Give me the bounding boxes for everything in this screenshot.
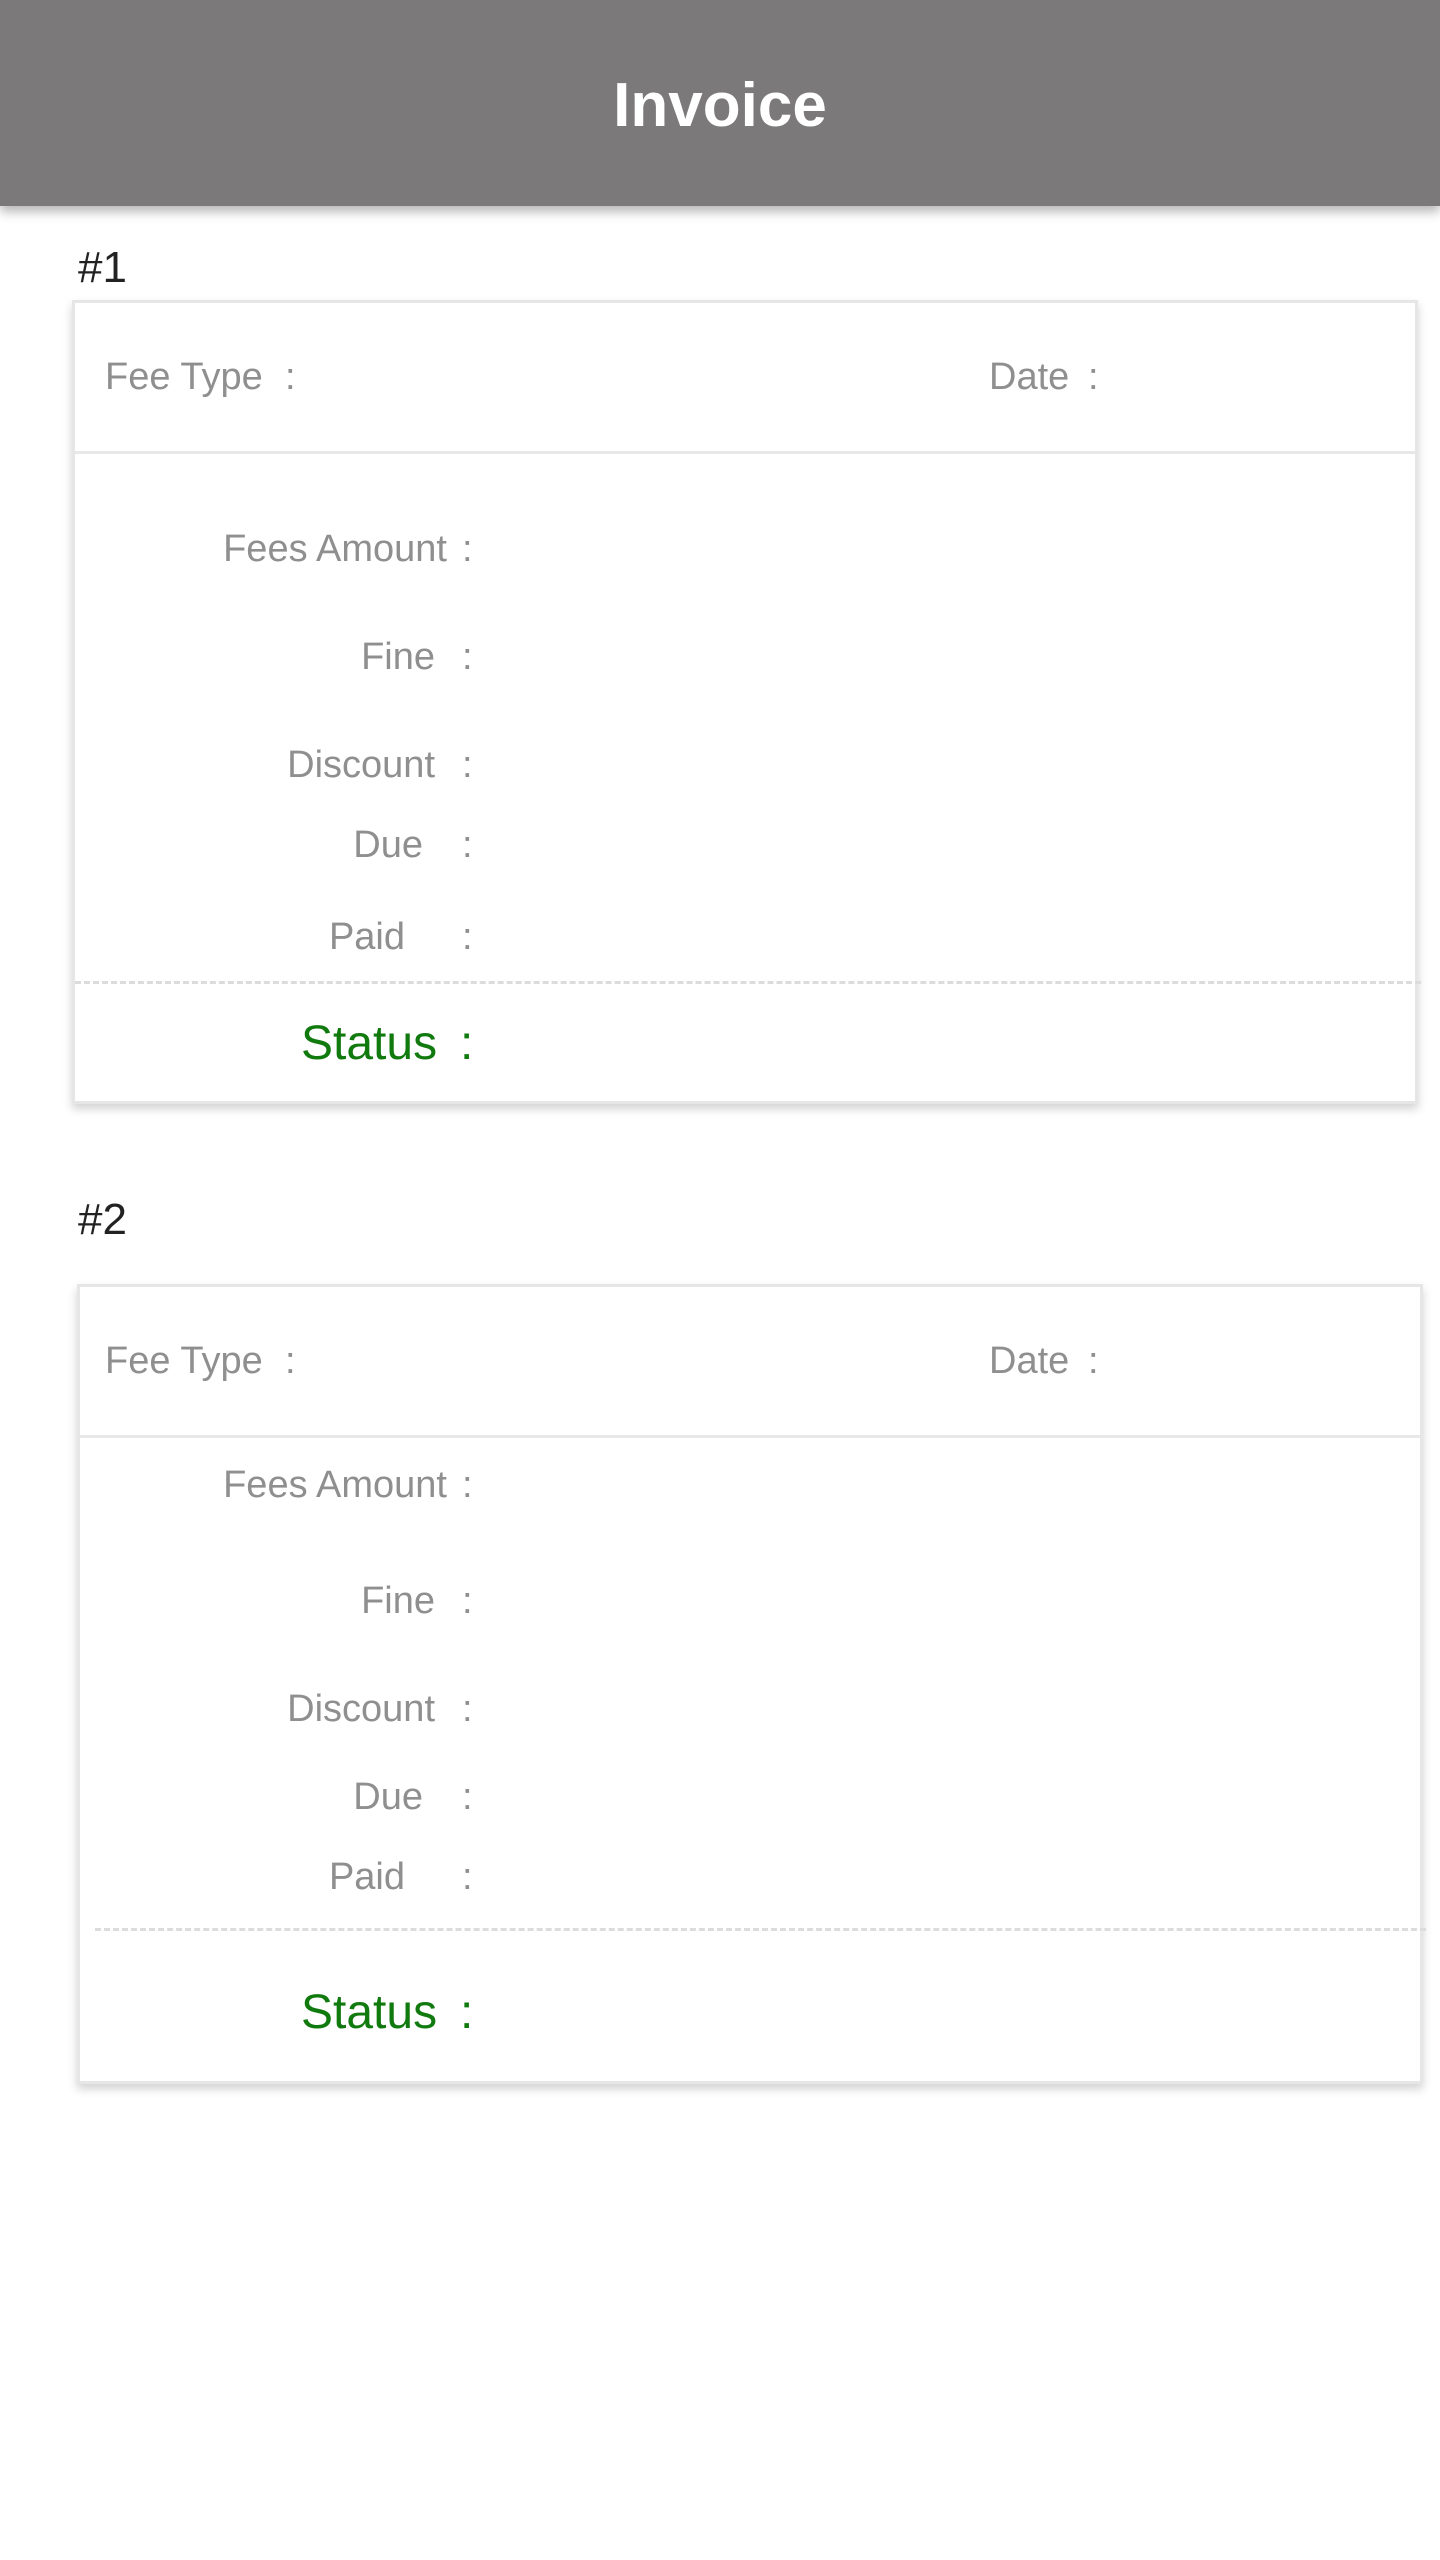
fees-amount-colon: : <box>462 528 473 570</box>
invoice-card-header: Fee Type : Date : <box>80 1287 1420 1438</box>
status-label: Status <box>301 1017 438 1070</box>
discount-label: Discount <box>287 1688 435 1730</box>
divider <box>95 1928 1426 1931</box>
fine-colon: : <box>462 636 473 678</box>
invoice-card[interactable]: Fee Type : Date : Fees Amount : Fine : D… <box>77 1284 1426 2084</box>
due-colon: : <box>462 824 473 866</box>
fine-label: Fine <box>361 636 435 678</box>
fine-label: Fine <box>361 1580 435 1622</box>
due-label: Due <box>353 824 423 866</box>
status-label: Status <box>301 1986 438 2039</box>
invoice-1: #1 Fee Type : Date : Fees Amount : Fine … <box>0 240 1440 1104</box>
paid-colon: : <box>462 1856 473 1898</box>
fee-type-colon: : <box>285 1340 296 1382</box>
invoice-card-header: Fee Type : Date : <box>75 303 1415 454</box>
fee-type-label: Fee Type <box>105 1340 263 1382</box>
invoice-number: #1 <box>78 243 127 292</box>
fee-type-colon: : <box>285 356 296 398</box>
due-colon: : <box>462 1776 473 1818</box>
fee-type-label: Fee Type <box>105 356 263 398</box>
date-colon: : <box>1088 1340 1099 1382</box>
fees-amount-colon: : <box>462 1464 473 1506</box>
date-colon: : <box>1088 356 1099 398</box>
discount-colon: : <box>462 744 473 786</box>
date-label: Date <box>989 1340 1070 1382</box>
status-colon: : <box>460 1017 474 1070</box>
date-label: Date <box>989 356 1070 398</box>
fine-colon: : <box>462 1580 473 1622</box>
page-title: Invoice <box>613 71 827 140</box>
discount-colon: : <box>462 1688 473 1730</box>
due-label: Due <box>353 1776 423 1818</box>
paid-label: Paid <box>328 916 405 958</box>
paid-label: Paid <box>328 1856 405 1898</box>
status-colon: : <box>460 1986 474 2039</box>
fees-amount-label: Fees Amount <box>223 528 447 570</box>
app-bar: Invoice <box>0 0 1440 206</box>
invoice-2: #2 Fee Type : Date : Fees Amount : Fine … <box>0 1192 1440 2092</box>
fees-amount-label: Fees Amount <box>223 1464 447 1506</box>
invoice-card[interactable]: Fee Type : Date : Fees Amount : Fine : D… <box>72 300 1421 1104</box>
paid-colon: : <box>462 916 473 958</box>
discount-label: Discount <box>287 744 435 786</box>
divider <box>75 981 1421 984</box>
invoice-number: #2 <box>78 1195 127 1244</box>
